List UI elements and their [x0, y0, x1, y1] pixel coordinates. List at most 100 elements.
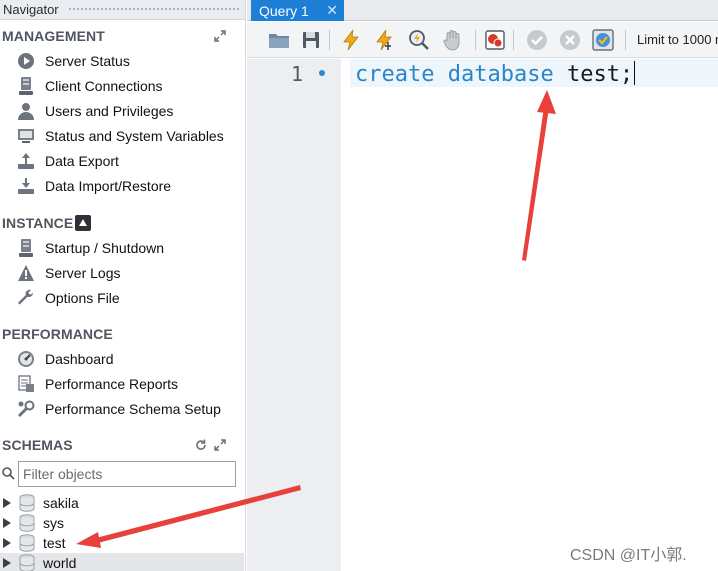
execute-current-button[interactable] — [373, 28, 397, 52]
nav-item-label: Performance Reports — [45, 376, 179, 392]
panel-grip[interactable] — [68, 7, 240, 12]
nav-item-options-file[interactable]: Options File — [16, 287, 241, 309]
nav-item-startup-shutdown[interactable]: Startup / Shutdown — [16, 237, 241, 259]
nav-item-label: Status and System Variables — [45, 128, 224, 144]
expand-icon[interactable] — [214, 439, 226, 451]
autocommit-button[interactable] — [591, 28, 615, 52]
section-instance-title: INSTANCE — [2, 215, 74, 231]
sql-identifier: test; — [566, 62, 634, 87]
section-performance-title: PERFORMANCE — [2, 326, 113, 342]
autocommit-icon — [592, 29, 614, 51]
line-number: 1 — [291, 62, 304, 86]
nav-item-label: Users and Privileges — [45, 103, 174, 119]
server-icon — [16, 76, 36, 96]
nav-item-performance-schema-setup[interactable]: Performance Schema Setup — [16, 398, 241, 420]
magnifier-lightning-icon — [409, 30, 429, 50]
schema-row-sys[interactable]: sys — [0, 513, 244, 533]
toolbar-separator — [625, 30, 626, 50]
user-icon — [16, 101, 36, 121]
expand-arrow-icon[interactable] — [3, 498, 11, 508]
nav-item-dashboard[interactable]: Dashboard — [16, 348, 241, 370]
stop-error-icon — [485, 30, 505, 50]
play-circle-icon — [16, 51, 36, 71]
database-icon — [19, 554, 35, 571]
nav-item-label: Options File — [45, 290, 120, 306]
cancel-circle-icon — [560, 30, 580, 50]
code-line[interactable]: create database test; — [355, 61, 636, 87]
limit-rows-select[interactable]: Limit to 1000 r — [637, 32, 718, 47]
section-management-title: MANAGEMENT — [2, 28, 105, 44]
filter-objects-input[interactable] — [18, 461, 236, 487]
nav-item-server-logs[interactable]: Server Logs — [16, 262, 241, 284]
nav-item-status-variables[interactable]: Status and System Variables — [16, 125, 241, 147]
section-schemas-title: SCHEMAS — [2, 437, 73, 453]
stop-button[interactable] — [441, 28, 465, 52]
toggle-error-button[interactable] — [483, 28, 507, 52]
schema-name: test — [43, 535, 66, 551]
save-button[interactable] — [299, 28, 323, 52]
nav-item-label: Performance Schema Setup — [45, 401, 221, 417]
sql-keyword: create — [355, 62, 435, 87]
nav-item-client-connections[interactable]: Client Connections — [16, 75, 241, 97]
nav-item-label: Startup / Shutdown — [45, 240, 165, 256]
lightning-icon — [343, 29, 359, 51]
refresh-icon[interactable] — [195, 439, 207, 451]
toolbar-separator — [329, 30, 330, 50]
tab-bar: Query 1 ✕ — [247, 0, 718, 21]
schema-row-world[interactable]: world — [0, 553, 244, 571]
monitor-icon — [16, 126, 36, 146]
database-icon — [19, 514, 35, 532]
navigator-panel: Navigator MANAGEMENT Server Status Clien… — [0, 0, 246, 571]
nav-item-server-status[interactable]: Server Status — [16, 50, 241, 72]
tab-query-1[interactable]: Query 1 ✕ — [251, 0, 344, 21]
commit-button[interactable] — [525, 28, 549, 52]
nav-item-label: Dashboard — [45, 351, 114, 367]
reports-icon — [16, 374, 36, 394]
statement-marker-icon — [319, 70, 325, 76]
hand-stop-icon — [443, 30, 460, 51]
sql-keyword: database — [447, 62, 554, 87]
save-icon — [303, 32, 319, 48]
check-circle-icon — [527, 30, 547, 50]
toolbar-separator — [475, 30, 476, 50]
editor-gutter: 1 — [247, 59, 341, 571]
watermark-text: CSDN @IT小郭. — [570, 547, 687, 564]
schema-name: sys — [43, 515, 64, 531]
folder-icon — [269, 34, 289, 48]
schema-name: sakila — [43, 495, 79, 511]
open-file-button[interactable] — [267, 28, 291, 52]
execute-button[interactable] — [339, 28, 363, 52]
nav-item-label: Client Connections — [45, 78, 163, 94]
schema-name: world — [43, 555, 77, 571]
nav-item-label: Data Export — [45, 153, 119, 169]
import-icon — [16, 176, 36, 196]
explain-button[interactable] — [407, 28, 431, 52]
nav-item-users-privileges[interactable]: Users and Privileges — [16, 100, 241, 122]
wrench-icon — [16, 288, 36, 308]
expand-icon[interactable] — [214, 30, 226, 42]
database-icon — [19, 534, 35, 552]
warning-icon — [16, 263, 36, 283]
expand-arrow-icon[interactable] — [3, 558, 11, 568]
expand-arrow-icon[interactable] — [3, 518, 11, 528]
text-caret — [634, 61, 636, 85]
instance-status-icon — [75, 215, 91, 231]
navigator-header: Navigator — [0, 0, 245, 20]
toolbar-separator — [513, 30, 514, 50]
nav-item-label: Server Status — [45, 53, 130, 69]
dashboard-icon — [16, 349, 36, 369]
schema-row-sakila[interactable]: sakila — [0, 493, 244, 513]
nav-item-performance-reports[interactable]: Performance Reports — [16, 373, 241, 395]
search-icon — [2, 467, 15, 480]
nav-item-data-export[interactable]: Data Export — [16, 150, 241, 172]
close-icon[interactable]: ✕ — [326, 2, 338, 19]
rollback-button[interactable] — [558, 28, 582, 52]
database-icon — [19, 494, 35, 512]
navigator-title: Navigator — [3, 2, 59, 17]
nav-item-data-import[interactable]: Data Import/Restore — [16, 175, 241, 197]
schema-row-test[interactable]: test — [0, 533, 244, 553]
sql-editor[interactable]: 1 create database test; — [247, 59, 718, 571]
tab-label: Query 1 — [259, 2, 309, 19]
expand-arrow-icon[interactable] — [3, 538, 11, 548]
server-icon — [16, 238, 36, 258]
